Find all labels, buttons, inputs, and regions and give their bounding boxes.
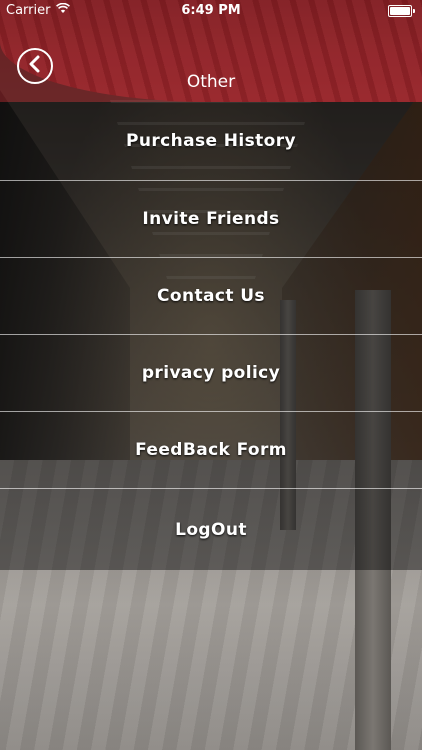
menu-item-label: Contact Us [157, 286, 265, 306]
menu-item-label: Purchase History [125, 131, 296, 151]
menu-item-label: Invite Friends [142, 209, 280, 229]
menu-item-label: FeedBack Form [135, 440, 287, 460]
status-bar: Carrier 6:49 PM [0, 0, 422, 22]
battery-icon [388, 5, 415, 17]
page-title: Other [186, 72, 236, 92]
menu-item-label: privacy policy [141, 363, 281, 383]
status-time: 6:49 PM [181, 3, 241, 18]
menu-list: Purchase History Invite Friends Contact … [0, 102, 422, 570]
menu-item-logout[interactable]: LogOut [0, 489, 422, 570]
menu-item-privacy-policy[interactable]: privacy policy [0, 335, 422, 412]
menu-item-feedback-form[interactable]: FeedBack Form [0, 412, 422, 489]
menu-item-purchase-history[interactable]: Purchase History [0, 102, 422, 181]
menu-item-label: LogOut [175, 519, 247, 540]
menu-item-contact-us[interactable]: Contact Us [0, 258, 422, 335]
menu-item-invite-friends[interactable]: Invite Friends [0, 181, 422, 258]
